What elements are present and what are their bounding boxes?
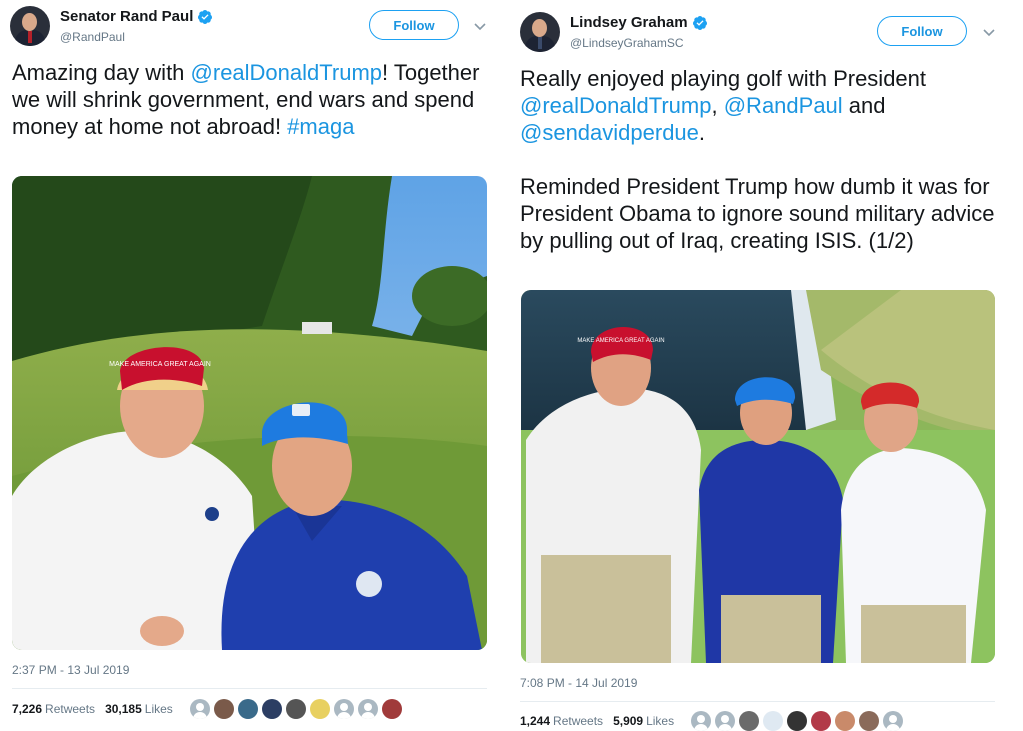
hat-text: MAKE AMERICA GREAT AGAIN xyxy=(577,338,664,344)
avatar[interactable] xyxy=(520,12,560,52)
tweet-text-segment: , xyxy=(711,93,724,118)
tweet-timestamp[interactable]: 7:08 PM - 14 Jul 2019 xyxy=(520,676,637,690)
liker-avatar[interactable] xyxy=(715,711,735,731)
retweet-count-link[interactable]: 1,244 Retweets xyxy=(520,714,603,728)
follow-button[interactable]: Follow xyxy=(369,10,459,40)
mention-link-realdonaldtrump[interactable]: @realDonaldTrump xyxy=(191,60,382,85)
tweet-text-segment: and xyxy=(842,93,886,118)
like-count-link[interactable]: 5,909 Likes xyxy=(613,714,674,728)
author-handle[interactable]: @LindseyGrahamSC xyxy=(570,36,684,50)
liker-avatar[interactable] xyxy=(190,699,210,719)
liker-avatar[interactable] xyxy=(859,711,879,731)
like-count-link[interactable]: 30,185 Likes xyxy=(105,702,173,716)
tweet-text-segment: . xyxy=(698,120,706,145)
like-label: Likes xyxy=(646,714,675,728)
retweet-count: 1,244 xyxy=(520,714,551,728)
liker-avatar[interactable] xyxy=(787,711,807,731)
avatar[interactable] xyxy=(10,6,50,46)
liker-avatar[interactable] xyxy=(334,699,354,719)
verified-badge-icon xyxy=(692,15,707,30)
author-name-row[interactable]: Senator Rand Paul xyxy=(60,8,213,25)
tweet-card-rand-paul: Senator Rand Paul @RandPaul Follow Amazi… xyxy=(0,0,500,731)
tweet-text-segment: Amazing day with xyxy=(12,60,191,85)
verified-badge-icon xyxy=(198,9,213,24)
follow-button[interactable]: Follow xyxy=(877,16,967,46)
engagement-stats: 7,226 Retweets 30,185 Likes xyxy=(12,702,183,716)
mention-link-sendavidperdue[interactable]: @sendavidperdue xyxy=(520,120,699,145)
tweet-photo[interactable]: MAKE AMERICA GREAT AGAIN xyxy=(12,176,487,650)
author-name[interactable]: Senator Rand Paul xyxy=(60,8,193,25)
retweet-count-link[interactable]: 7,226 Retweets xyxy=(12,702,95,716)
liker-avatar[interactable] xyxy=(286,699,306,719)
tweet-text: Amazing day with @realDonaldTrump! Toget… xyxy=(12,59,492,140)
liker-avatar-list xyxy=(691,711,903,731)
author-name-row[interactable]: Lindsey Graham xyxy=(570,14,708,31)
retweet-count: 7,226 xyxy=(12,702,43,716)
hat-text: MAKE AMERICA GREAT AGAIN xyxy=(109,361,211,368)
liker-avatar[interactable] xyxy=(691,711,711,731)
golf-photo-image: MAKE AMERICA GREAT AGAIN xyxy=(521,290,995,663)
divider xyxy=(520,701,995,702)
liker-avatar[interactable] xyxy=(739,711,759,731)
liker-avatar[interactable] xyxy=(214,699,234,719)
tweet-timestamp[interactable]: 2:37 PM - 13 Jul 2019 xyxy=(12,663,129,677)
author-handle[interactable]: @RandPaul xyxy=(60,30,125,44)
tweet-photo[interactable]: MAKE AMERICA GREAT AGAIN xyxy=(521,290,995,663)
mention-link-randpaul[interactable]: @RandPaul xyxy=(724,93,843,118)
liker-avatar[interactable] xyxy=(310,699,330,719)
golf-photo-image: MAKE AMERICA GREAT AGAIN xyxy=(12,176,487,650)
liker-avatar[interactable] xyxy=(763,711,783,731)
engagement-stats: 1,244 Retweets 5,909 Likes xyxy=(520,714,684,728)
retweet-label: Retweets xyxy=(45,702,96,716)
tweet-text: Really enjoyed playing golf with Preside… xyxy=(520,65,1012,254)
liker-avatar[interactable] xyxy=(835,711,855,731)
mention-link-realdonaldtrump[interactable]: @realDonaldTrump xyxy=(520,93,711,118)
retweet-label: Retweets xyxy=(553,714,604,728)
liker-avatar-list xyxy=(190,699,402,719)
liker-avatar[interactable] xyxy=(358,699,378,719)
liker-avatar[interactable] xyxy=(238,699,258,719)
liker-avatar[interactable] xyxy=(262,699,282,719)
like-count: 30,185 xyxy=(105,702,142,716)
tweet-card-lindsey-graham: Lindsey Graham @LindseyGrahamSC Follow R… xyxy=(508,0,1023,731)
chevron-down-icon[interactable] xyxy=(473,19,487,33)
chevron-down-icon[interactable] xyxy=(982,25,996,39)
tweet-text-paragraph-2: Reminded President Trump how dumb it was… xyxy=(520,174,995,253)
liker-avatar[interactable] xyxy=(883,711,903,731)
like-count: 5,909 xyxy=(613,714,644,728)
liker-avatar[interactable] xyxy=(811,711,831,731)
divider xyxy=(12,688,487,689)
liker-avatar[interactable] xyxy=(382,699,402,719)
tweet-text-segment: Really enjoyed playing golf with Preside… xyxy=(520,66,927,91)
like-label: Likes xyxy=(144,702,173,716)
hashtag-link-maga[interactable]: #maga xyxy=(287,114,354,139)
author-name[interactable]: Lindsey Graham xyxy=(570,14,688,31)
